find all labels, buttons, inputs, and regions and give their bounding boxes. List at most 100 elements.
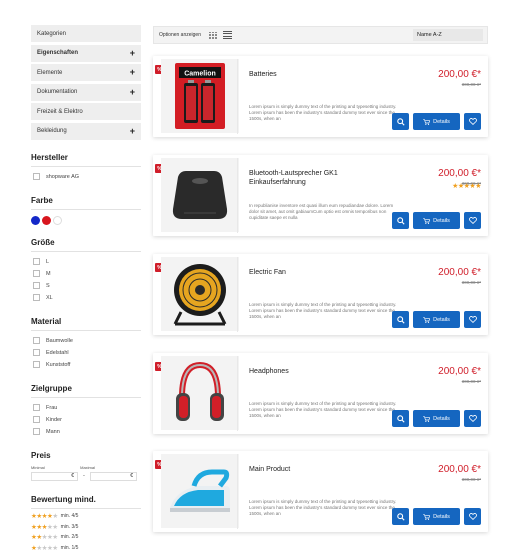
filter-option-label: Edelstahl: [46, 349, 69, 356]
star-rating-icon: ★★★★★: [31, 544, 58, 552]
wishlist-button[interactable]: [464, 212, 481, 229]
product-name[interactable]: Main Product: [249, 465, 379, 474]
product-image[interactable]: [161, 356, 239, 430]
checkbox[interactable]: [33, 416, 40, 424]
checkbox[interactable]: [33, 428, 40, 436]
filter-option[interactable]: Mann: [31, 426, 141, 438]
product-image[interactable]: [161, 257, 239, 331]
details-button[interactable]: Details: [413, 311, 460, 328]
checkbox[interactable]: [33, 282, 40, 290]
expand-icon[interactable]: +: [130, 87, 135, 97]
filter-option[interactable]: shopware AG: [31, 171, 141, 183]
filter-title-zielgruppe: Zielgruppe: [31, 384, 141, 398]
category-label: Kategorien: [37, 30, 67, 37]
category-item-elemente[interactable]: Elemente +: [31, 64, 141, 82]
wishlist-button[interactable]: [464, 113, 481, 130]
search-button[interactable]: [392, 311, 409, 328]
product-name[interactable]: Electric Fan: [249, 268, 379, 277]
checkbox[interactable]: [33, 173, 40, 181]
filter-option[interactable]: Baumwolle: [31, 335, 141, 347]
category-item-bekleidung[interactable]: Bekleidung +: [31, 122, 141, 140]
rating-option-2[interactable]: ★★★★★ min. 2/5: [31, 532, 141, 543]
price-min-input[interactable]: €: [31, 471, 78, 481]
product-image[interactable]: Camelion: [161, 59, 239, 133]
price-max-input[interactable]: €: [89, 471, 137, 481]
wishlist-button[interactable]: [464, 311, 481, 328]
expand-icon[interactable]: +: [130, 48, 135, 58]
details-button[interactable]: Details: [413, 410, 460, 427]
details-button[interactable]: Details: [413, 113, 460, 130]
rating-option-4[interactable]: ★★★★★ min. 4/5: [31, 511, 141, 522]
filter-option[interactable]: L: [31, 256, 141, 268]
checkbox[interactable]: [33, 294, 40, 302]
product-name[interactable]: Bluetooth-Lautsprecher GK1 Einkaufserfah…: [249, 169, 379, 187]
product-description: Lorem ipsum is simply dummy text of the …: [249, 401, 397, 418]
rating-option-1[interactable]: ★★★★★ min. 1/5: [31, 542, 141, 553]
expand-icon[interactable]: +: [130, 68, 135, 77]
category-item-eigenschaften[interactable]: Eigenschaften +: [31, 44, 141, 62]
listing-toolbar: Optionen anzeigen Name A-Z: [153, 26, 488, 44]
search-icon: [396, 315, 405, 324]
search-icon: [396, 512, 405, 521]
product-image[interactable]: [161, 454, 239, 528]
checkbox[interactable]: [33, 270, 40, 278]
search-button[interactable]: [392, 410, 409, 427]
filter-title-bewertung: Bewertung mind.: [31, 495, 141, 509]
filter-option[interactable]: M: [31, 268, 141, 280]
checkbox[interactable]: [33, 258, 40, 266]
rating-option-3[interactable]: ★★★★★ min. 3/5: [31, 521, 141, 532]
category-item-freizeit-elektro[interactable]: Freizeit & Elektro: [31, 103, 141, 121]
color-swatch-blue[interactable]: [31, 215, 40, 225]
iron-image: [170, 469, 230, 512]
wishlist-button[interactable]: [464, 410, 481, 427]
filter-option[interactable]: Frau: [31, 402, 141, 414]
filter-title-hersteller: Hersteller: [31, 153, 141, 167]
speaker-image: [172, 171, 228, 219]
product-name[interactable]: Batteries: [249, 70, 379, 79]
search-button[interactable]: [392, 113, 409, 130]
wishlist-button[interactable]: [464, 508, 481, 525]
options-label: Optionen anzeigen: [159, 32, 201, 38]
grid-view-icon[interactable]: [208, 31, 217, 39]
category-item-dokumentation[interactable]: Dokumentation +: [31, 83, 141, 101]
color-swatch-red[interactable]: [42, 215, 51, 225]
search-icon: [396, 117, 405, 126]
color-swatches: [31, 215, 141, 225]
product-name[interactable]: Headphones: [249, 367, 379, 376]
product-description: In republianise inventore est quasi illu…: [249, 203, 394, 220]
fan-image: [173, 264, 227, 326]
details-button[interactable]: Details: [413, 212, 460, 229]
product-actions: Details: [392, 113, 481, 130]
filter-option[interactable]: XL: [31, 292, 141, 304]
filter-option[interactable]: Edelstahl: [31, 347, 141, 359]
product-card: % Electric Fan Lorem ipsum is simply dum…: [153, 254, 488, 335]
details-label: Details: [433, 217, 450, 224]
checkbox[interactable]: [33, 337, 40, 345]
search-button[interactable]: [392, 508, 409, 525]
product-actions: Details: [392, 311, 481, 328]
list-view-icon[interactable]: [222, 31, 232, 39]
expand-icon[interactable]: +: [130, 126, 135, 136]
filter-option-label: XL: [46, 294, 53, 301]
product-price: 200,00 €*: [438, 267, 481, 278]
checkbox[interactable]: [33, 404, 40, 412]
heart-icon: [468, 316, 477, 323]
product-description: Lorem ipsum is simply dummy text of the …: [249, 499, 397, 516]
checkbox[interactable]: [33, 349, 40, 357]
price-separator: -: [83, 472, 85, 479]
filter-option[interactable]: Kunststoff: [31, 359, 141, 371]
product-card: % Bluetooth-Lautsprecher GK1 Einkaufserf…: [153, 155, 488, 236]
checkbox[interactable]: [33, 361, 40, 369]
filter-option[interactable]: Kinder: [31, 414, 141, 426]
product-image[interactable]: [161, 158, 239, 232]
product-old-price: 300,00 €*: [461, 379, 481, 384]
category-item-kategorien[interactable]: Kategorien: [31, 25, 141, 42]
color-swatch-white[interactable]: [53, 215, 62, 225]
details-button[interactable]: Details: [413, 508, 460, 525]
filter-option-label: Mann: [46, 428, 60, 435]
filter-option[interactable]: S: [31, 280, 141, 292]
search-icon: [396, 216, 405, 225]
divider: [237, 454, 238, 529]
search-button[interactable]: [392, 212, 409, 229]
sort-select[interactable]: Name A-Z: [413, 29, 483, 41]
